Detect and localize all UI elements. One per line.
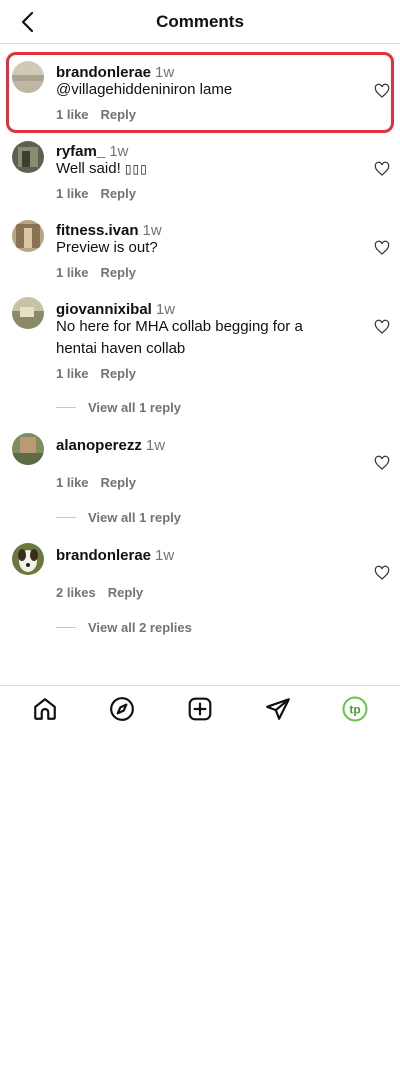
like-count[interactable]: 1 like (56, 475, 89, 490)
view-replies-button[interactable]: View all 2 replies (56, 620, 192, 635)
comment-text: Preview is out? (56, 239, 158, 256)
comment-actions: 2 likes Reply (56, 585, 143, 600)
heart-icon[interactable] (374, 240, 390, 256)
page-title: Comments (156, 11, 244, 31)
tab-profile[interactable]: tp (335, 689, 375, 729)
username[interactable]: brandonlerae (56, 547, 151, 564)
reply-button[interactable]: Reply (101, 366, 136, 381)
home-icon (33, 697, 56, 720)
like-count[interactable]: 1 like (56, 186, 89, 201)
like-count[interactable]: 2 likes (56, 585, 96, 600)
heart-icon[interactable] (374, 83, 390, 99)
divider (56, 407, 76, 408)
comment-header: alanoperezz 1w (56, 437, 165, 454)
chevron-left-icon (21, 11, 34, 33)
comment: brandonlerae 1w 2 likes Reply View all 2 r… (0, 543, 400, 638)
heart-icon[interactable] (374, 319, 390, 335)
tab-explore[interactable] (102, 689, 142, 729)
view-replies-button[interactable]: View all 1 reply (56, 400, 181, 415)
comment-text: @villagehiddeniniron lame (56, 81, 233, 98)
comment-text: No here for MHA collab begging for a hen… (56, 318, 303, 357)
avatar[interactable] (12, 220, 44, 252)
username[interactable]: alanoperezz (56, 437, 142, 454)
profile-icon: tp (342, 696, 368, 721)
comment-actions: 1 like Reply (56, 475, 136, 490)
bottom-tab-bar: tp (0, 685, 400, 731)
reply-button[interactable]: Reply (101, 107, 136, 122)
divider (56, 627, 76, 628)
avatar[interactable] (12, 543, 44, 575)
heart-icon[interactable] (374, 455, 390, 471)
like-count[interactable]: 1 like (56, 265, 89, 280)
comment-actions: 1 like Reply (56, 186, 136, 201)
avatar[interactable] (12, 297, 44, 329)
emoji-placeholder-icon: ▯▯▯ (124, 162, 148, 176)
reply-button[interactable]: Reply (101, 475, 136, 490)
reply-button[interactable]: Reply (101, 186, 136, 201)
comment-actions: 1 like Reply (56, 107, 136, 122)
explore-icon (110, 696, 135, 721)
comment: fitness.ivan 1w Preview is out? 1 like Rep… (0, 218, 400, 288)
heart-icon[interactable] (374, 565, 390, 581)
reply-button[interactable]: Reply (108, 585, 143, 600)
new-post-icon (188, 697, 212, 720)
direct-icon (265, 697, 290, 720)
comment: giovannixibal 1w No here for MHA collab b… (0, 297, 400, 417)
back-button[interactable] (14, 8, 42, 36)
divider (56, 517, 76, 518)
avatar[interactable] (12, 433, 44, 465)
comment-actions: 1 like Reply (56, 265, 136, 280)
comment: brandonlerae 1w @villagehiddeniniron lame… (0, 52, 400, 133)
tab-direct[interactable] (258, 689, 298, 729)
comment-header: brandonlerae 1w (56, 547, 174, 564)
comment: ryfam_ 1w Well said! ▯▯▯ 1 like Reply (0, 139, 400, 209)
reply-button[interactable]: Reply (101, 265, 136, 280)
avatar[interactable] (12, 61, 44, 93)
like-count[interactable]: 1 like (56, 366, 89, 381)
comment-text: Well said! ▯▯▯ (56, 160, 148, 177)
timestamp: 1w (145, 437, 166, 454)
tab-new-post[interactable] (180, 689, 220, 729)
svg-text:tp: tp (350, 702, 361, 716)
like-count[interactable]: 1 like (56, 107, 89, 122)
comment: alanoperezz 1w 1 like Reply View all 1 rep… (0, 433, 400, 528)
heart-icon[interactable] (374, 161, 390, 177)
avatar[interactable] (12, 141, 44, 173)
view-replies-button[interactable]: View all 1 reply (56, 510, 181, 525)
comment-actions: 1 like Reply (56, 366, 136, 381)
timestamp: 1w (155, 547, 175, 564)
tab-home[interactable] (25, 689, 65, 729)
header: Comments (0, 0, 400, 44)
